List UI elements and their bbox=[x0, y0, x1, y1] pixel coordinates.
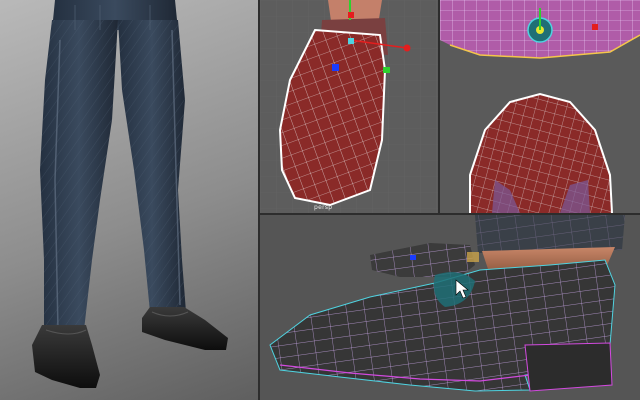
gizmo-handle-green[interactable] bbox=[383, 67, 390, 73]
viewport-shoe-front[interactable]: persp bbox=[260, 0, 438, 213]
gizmo-handle-red-top[interactable] bbox=[592, 24, 598, 30]
gizmo-x-handle[interactable] bbox=[403, 44, 411, 52]
gizmo-handle-blue[interactable] bbox=[332, 64, 339, 71]
viewport-label: persp bbox=[314, 204, 333, 211]
gizmo-pivot-box[interactable] bbox=[467, 252, 479, 262]
render-view-panel[interactable] bbox=[0, 0, 258, 400]
shoe-side-wireframe bbox=[269, 215, 625, 392]
gizmo-handle-red[interactable] bbox=[348, 12, 354, 18]
gizmo-handle-cyan[interactable] bbox=[348, 38, 354, 44]
gizmo-handle-blue-side[interactable] bbox=[410, 255, 416, 260]
shoe-top-wireframe bbox=[440, 0, 640, 213]
panel-divider-horizontal bbox=[260, 213, 640, 215]
shoe-front-wireframe bbox=[260, 0, 438, 213]
panel-divider-vertical bbox=[258, 0, 260, 400]
panel-divider-vertical-2 bbox=[438, 0, 440, 213]
viewport-shoe-side[interactable] bbox=[260, 215, 640, 400]
rendered-jeans-figure bbox=[32, 0, 228, 388]
viewport-shoe-top[interactable] bbox=[440, 0, 640, 213]
